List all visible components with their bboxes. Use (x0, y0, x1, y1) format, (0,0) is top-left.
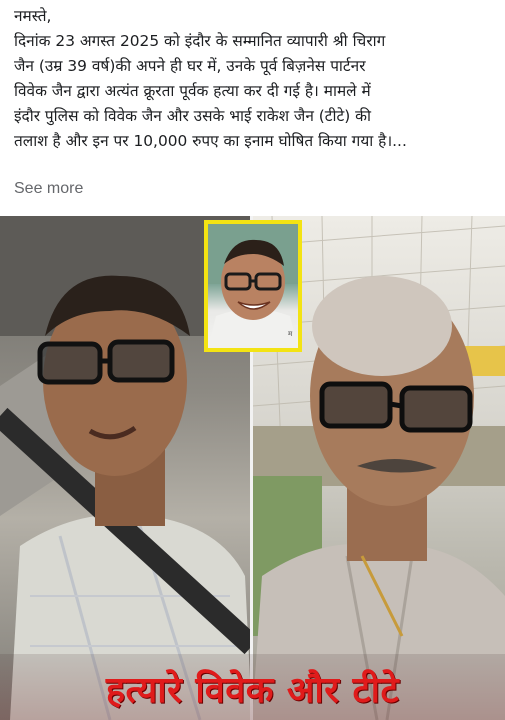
post-line-2: दिनांक 23 अगस्त 2025 को इंदौर के सम्मानि… (14, 32, 386, 50)
post-text: नमस्ते, दिनांक 23 अगस्त 2025 को इंदौर के… (14, 4, 496, 154)
post-line-5: इंदौर पुलिस को विवेक जैन और उसके भाई राक… (14, 107, 371, 125)
post-image[interactable]: म हत्यारे विवेक और टीटे (0, 216, 505, 720)
victim-illustration: म (208, 224, 298, 348)
post-line-6: तलाश है और इन पर 10,000 रुपए का इनाम घोष… (14, 132, 407, 150)
post-line-3: जैन (उम्र 39 वर्ष)की अपने ही घर में, उनक… (14, 57, 366, 75)
image-caption: हत्यारे विवेक और टीटे (105, 670, 400, 711)
post-line-1: नमस्ते, (14, 7, 52, 25)
see-more-link[interactable]: See more (14, 180, 83, 198)
post-line-4: विवेक जैन द्वारा अत्यंत क्रूरता पूर्वक ह… (14, 82, 371, 100)
victim-inset-photo: म (204, 220, 302, 352)
